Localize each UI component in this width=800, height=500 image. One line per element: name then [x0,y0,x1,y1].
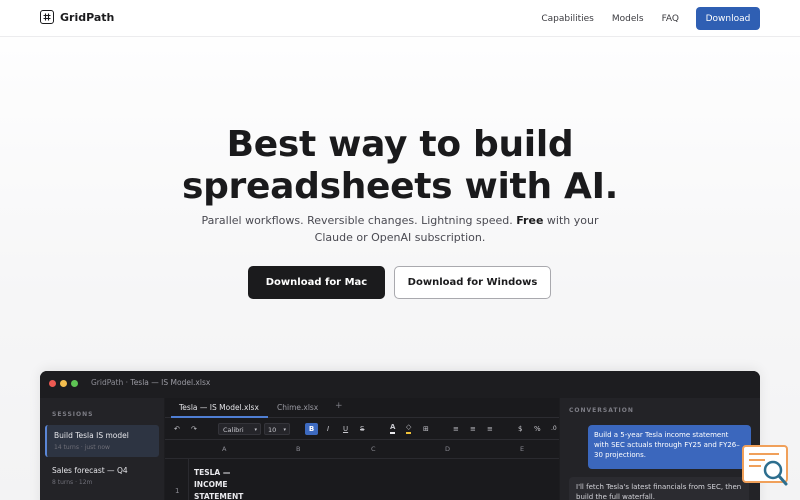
column-header-d[interactable]: D [445,445,450,453]
nav-download-button[interactable]: Download [696,7,760,30]
undo-icon[interactable]: ↶ [174,423,180,435]
redo-icon[interactable]: ↷ [191,423,197,435]
app-preview-window: GridPath · Tesla — IS Model.xlsx SESSION… [40,371,760,500]
session-meta: 8 turns · 12m [52,479,93,486]
tab-tesla-model[interactable]: Tesla — IS Model.xlsx [179,403,259,412]
top-nav: GridPath Capabilities Models FAQ Downloa… [0,0,800,37]
spreadsheet-area: Tesla — IS Model.xlsx Chime.xlsx + ↶ ↷ C… [165,398,559,500]
session-title: Sales forecast — Q4 [52,466,128,475]
font-value: Calibri [223,426,244,434]
align-center-icon[interactable]: ≡ [470,423,476,435]
download-windows-button[interactable]: Download for Windows [394,266,551,299]
column-header-a[interactable]: A [222,445,226,453]
window-titlebar: GridPath · Tesla — IS Model.xlsx [40,371,760,395]
percent-format-button[interactable]: % [534,423,541,435]
window-title: GridPath · Tesla — IS Model.xlsx [91,378,210,387]
underline-button[interactable]: U [343,423,348,435]
grid-hash-icon [40,10,54,24]
column-headers: A B C D E [165,440,559,458]
file-tabs: Tesla — IS Model.xlsx Chime.xlsx + [165,398,559,418]
sessions-heading: SESSIONS [52,411,94,418]
nav-link-faq[interactable]: FAQ [662,14,679,24]
nav-link-capabilities[interactable]: Capabilities [541,14,594,24]
sessions-sidebar: SESSIONS Build Tesla IS model 14 turns ·… [40,398,164,500]
column-header-c[interactable]: C [371,445,376,453]
hero-subtitle: Parallel workflows. Reversible changes. … [0,212,800,246]
currency-format-button[interactable]: $ [518,423,522,435]
user-message: Build a 5-year Tesla income statement wi… [588,425,751,469]
window-file-name: Tesla — IS Model.xlsx [130,378,211,387]
strikethrough-button[interactable]: S [360,423,364,435]
format-toolbar: ↶ ↷ Calibri ▾ 10 ▾ B I U S A ◇ ⊞ ≡ ≡ ≡ $… [165,418,559,440]
fill-color-icon[interactable]: ◇ [406,423,412,434]
column-header-b[interactable]: B [296,445,300,453]
hero-sub-text2: with your [546,214,599,227]
hero-sub-free: Free [516,214,544,227]
align-right-icon[interactable]: ≡ [487,423,493,435]
chevron-down-icon: ▾ [283,427,286,433]
decimals-button[interactable]: .0 [551,423,557,435]
hero-sub-text1: Parallel workflows. Reversible changes. … [201,214,513,227]
window-title-separator: · [125,378,128,387]
cell-a1[interactable]: TESLA — INCOME STATEMENT [194,467,264,500]
font-size-select[interactable]: 10 ▾ [264,423,290,435]
session-item[interactable]: Sales forecast — Q4 8 turns · 12m [45,460,159,492]
conversation-heading: CONVERSATION [569,407,634,414]
session-title: Build Tesla IS model [54,431,129,440]
brand[interactable]: GridPath [40,10,114,24]
align-left-icon[interactable]: ≡ [453,423,459,435]
hero-title-line1: Best way to build [226,124,574,165]
hero-title: Best way to build spreadsheets with AI. [0,124,800,208]
hero-sub-line2: Claude or OpenAI subscription. [314,231,486,244]
font-select[interactable]: Calibri ▾ [218,423,261,435]
font-size-value: 10 [268,426,277,434]
borders-icon[interactable]: ⊞ [423,423,429,435]
maximize-window-dot[interactable] [71,380,78,387]
download-mac-button[interactable]: Download for Mac [248,266,385,299]
conversation-panel: CONVERSATION Build a 5-year Tesla income… [560,398,760,500]
assistant-message: I'll fetch Tesla's latest financials fro… [569,477,749,500]
new-tab-button[interactable]: + [335,401,343,411]
row-number[interactable]: 1 [175,487,179,495]
column-header-e[interactable]: E [520,445,524,453]
nav-link-models[interactable]: Models [612,14,644,24]
text-color-button[interactable]: A [390,423,396,434]
session-meta: 14 turns · just now [54,444,110,451]
document-search-icon[interactable] [741,444,791,488]
bold-button[interactable]: B [305,423,318,435]
grid-divider [165,458,559,459]
brand-name: GridPath [60,10,115,24]
chevron-down-icon: ▾ [254,427,257,433]
close-window-dot[interactable] [49,380,56,387]
nav-links: Capabilities Models FAQ Download [541,7,760,30]
italic-button[interactable]: I [327,423,329,435]
cta-row: Download for Mac Download for Windows [248,266,551,299]
session-item[interactable]: Build Tesla IS model 14 turns · just now [45,425,159,457]
tab-chime[interactable]: Chime.xlsx [277,403,318,412]
minimize-window-dot[interactable] [60,380,67,387]
hero-title-line2: spreadsheets with AI. [181,166,619,207]
window-app-name: GridPath [91,378,124,387]
